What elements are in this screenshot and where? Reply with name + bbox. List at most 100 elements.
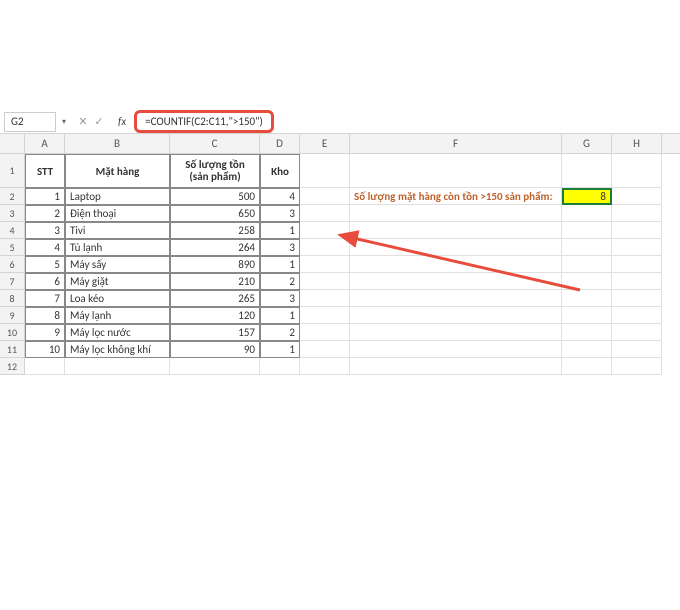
cell[interactable] bbox=[562, 358, 612, 375]
cell-soluong[interactable]: 120 bbox=[170, 307, 260, 324]
cell-stt[interactable]: 1 bbox=[25, 188, 65, 205]
cell[interactable] bbox=[562, 256, 612, 273]
annotation-label[interactable]: Số lượng mặt hàng còn tồn >150 sản phẩm: bbox=[350, 188, 562, 205]
cell[interactable] bbox=[612, 273, 662, 290]
cell[interactable] bbox=[300, 222, 350, 239]
cell-mathang[interactable]: Máy sấy bbox=[65, 256, 170, 273]
cell-soluong[interactable]: 500 bbox=[170, 188, 260, 205]
cell[interactable] bbox=[300, 341, 350, 358]
cell[interactable] bbox=[350, 154, 562, 188]
cell-stt[interactable]: 9 bbox=[25, 324, 65, 341]
cell[interactable] bbox=[612, 154, 662, 188]
cell-stt[interactable]: 3 bbox=[25, 222, 65, 239]
cell[interactable] bbox=[350, 290, 562, 307]
col-header-H[interactable]: H bbox=[612, 134, 662, 153]
row-header[interactable]: 3 bbox=[0, 205, 25, 222]
cell[interactable] bbox=[300, 290, 350, 307]
cell[interactable] bbox=[562, 273, 612, 290]
cell-mathang[interactable]: Máy lọc không khí bbox=[65, 341, 170, 358]
cell-kho[interactable]: 2 bbox=[260, 273, 300, 290]
cell-soluong[interactable]: 157 bbox=[170, 324, 260, 341]
cell-kho[interactable]: 4 bbox=[260, 188, 300, 205]
cell-mathang[interactable]: Tivi bbox=[65, 222, 170, 239]
cell[interactable] bbox=[562, 154, 612, 188]
row-header[interactable]: 8 bbox=[0, 290, 25, 307]
cell-stt[interactable]: 4 bbox=[25, 239, 65, 256]
cell[interactable] bbox=[612, 290, 662, 307]
cell[interactable] bbox=[300, 324, 350, 341]
cell[interactable] bbox=[65, 358, 170, 375]
cell-soluong[interactable]: 258 bbox=[170, 222, 260, 239]
name-box[interactable]: G2 bbox=[4, 112, 56, 132]
cell-kho[interactable]: 3 bbox=[260, 290, 300, 307]
cell-stt[interactable]: 10 bbox=[25, 341, 65, 358]
row-header[interactable]: 7 bbox=[0, 273, 25, 290]
col-header-C[interactable]: C bbox=[170, 134, 260, 153]
cell[interactable] bbox=[300, 154, 350, 188]
cell[interactable] bbox=[562, 307, 612, 324]
cell-mathang[interactable]: Máy giặt bbox=[65, 273, 170, 290]
cell-soluong[interactable]: 890 bbox=[170, 256, 260, 273]
row-header[interactable]: 2 bbox=[0, 188, 25, 205]
cell-soluong[interactable]: 650 bbox=[170, 205, 260, 222]
select-all-corner[interactable] bbox=[0, 134, 25, 153]
cancel-formula-icon[interactable]: ✕ bbox=[76, 115, 90, 128]
col-header-F[interactable]: F bbox=[350, 134, 562, 153]
cell-kho[interactable]: 1 bbox=[260, 256, 300, 273]
col-header-D[interactable]: D bbox=[260, 134, 300, 153]
cell[interactable] bbox=[612, 188, 662, 205]
col-header-G[interactable]: G bbox=[562, 134, 612, 153]
cell-stt[interactable]: 2 bbox=[25, 205, 65, 222]
cell[interactable] bbox=[260, 358, 300, 375]
header-kho[interactable]: Kho bbox=[260, 154, 300, 188]
cell[interactable] bbox=[300, 273, 350, 290]
cell[interactable] bbox=[300, 205, 350, 222]
cell[interactable] bbox=[300, 188, 350, 205]
cell[interactable] bbox=[612, 256, 662, 273]
cell[interactable] bbox=[300, 239, 350, 256]
row-header[interactable]: 10 bbox=[0, 324, 25, 341]
cell[interactable] bbox=[612, 341, 662, 358]
cell-soluong[interactable]: 90 bbox=[170, 341, 260, 358]
fx-label[interactable]: fx bbox=[114, 115, 130, 128]
cell[interactable] bbox=[300, 307, 350, 324]
cell-mathang[interactable]: Laptop bbox=[65, 188, 170, 205]
col-header-A[interactable]: A bbox=[25, 134, 65, 153]
col-header-B[interactable]: B bbox=[65, 134, 170, 153]
cell-mathang[interactable]: Điện thoại bbox=[65, 205, 170, 222]
cell[interactable] bbox=[612, 307, 662, 324]
cell[interactable] bbox=[350, 341, 562, 358]
cell-mathang[interactable]: Máy lọc nước bbox=[65, 324, 170, 341]
row-header[interactable]: 9 bbox=[0, 307, 25, 324]
cell[interactable] bbox=[562, 205, 612, 222]
cell-kho[interactable]: 1 bbox=[260, 307, 300, 324]
row-header[interactable]: 4 bbox=[0, 222, 25, 239]
cell[interactable] bbox=[300, 256, 350, 273]
cell[interactable] bbox=[612, 324, 662, 341]
cell[interactable] bbox=[350, 358, 562, 375]
cell-kho[interactable]: 1 bbox=[260, 222, 300, 239]
cell[interactable] bbox=[350, 239, 562, 256]
confirm-formula-icon[interactable]: ✓ bbox=[92, 115, 106, 128]
cell[interactable] bbox=[350, 307, 562, 324]
col-header-E[interactable]: E bbox=[300, 134, 350, 153]
cell[interactable] bbox=[300, 358, 350, 375]
cell[interactable] bbox=[25, 358, 65, 375]
cell[interactable] bbox=[612, 222, 662, 239]
cell[interactable] bbox=[562, 341, 612, 358]
name-box-dropdown-icon[interactable]: ▾ bbox=[60, 117, 68, 127]
cell[interactable] bbox=[350, 324, 562, 341]
cell-stt[interactable]: 8 bbox=[25, 307, 65, 324]
cell[interactable] bbox=[170, 358, 260, 375]
cell-kho[interactable]: 1 bbox=[260, 341, 300, 358]
cell-soluong[interactable]: 264 bbox=[170, 239, 260, 256]
cell-mathang[interactable]: Tủ lạnh bbox=[65, 239, 170, 256]
header-mathang[interactable]: Mặt hàng bbox=[65, 154, 170, 188]
cell-stt[interactable]: 7 bbox=[25, 290, 65, 307]
cell-soluong[interactable]: 265 bbox=[170, 290, 260, 307]
cell[interactable] bbox=[350, 273, 562, 290]
cell-soluong[interactable]: 210 bbox=[170, 273, 260, 290]
cell[interactable] bbox=[612, 205, 662, 222]
cell[interactable] bbox=[350, 205, 562, 222]
result-cell[interactable]: 8 bbox=[562, 188, 612, 205]
